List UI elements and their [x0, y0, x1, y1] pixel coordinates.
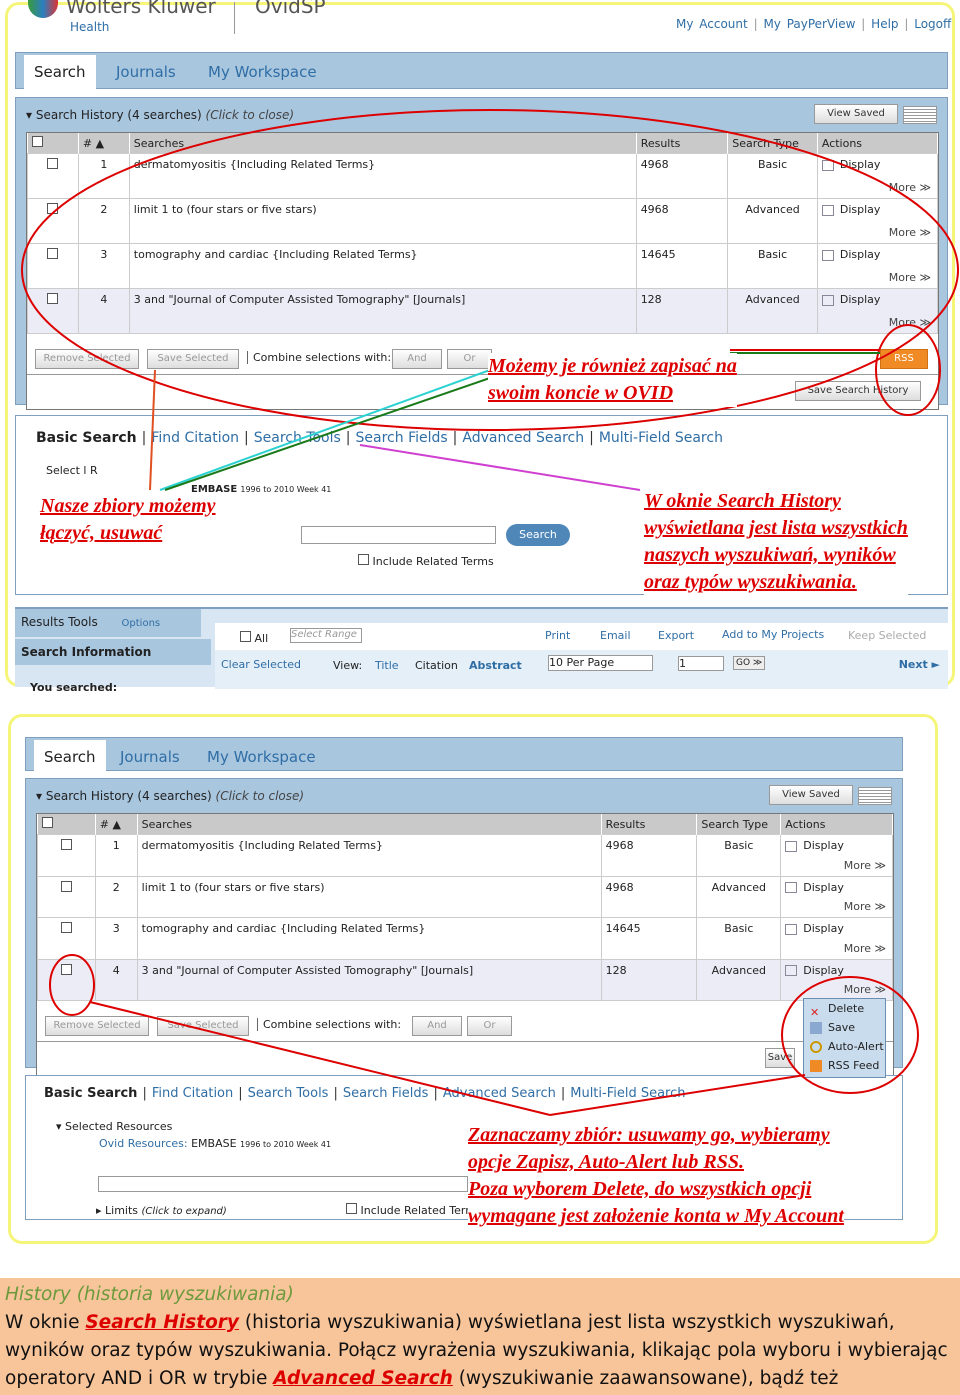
annotation-actions: Zaznaczamy zbiór: usuwamy go, wybieramy o… [468, 1122, 844, 1230]
annotation-combine: Nasze zbiory możemy łączyć, usuwać [40, 493, 276, 587]
description-body: W oknie Search History (historia wyszuki… [5, 1312, 948, 1389]
description-heading: History (historia wyszukiwania) [5, 1284, 294, 1305]
search-history-link[interactable]: Search History [85, 1312, 239, 1333]
annotation-history-info: W oknie Search History wyświetlana jest l… [644, 488, 908, 596]
annotation-drawings [21, 109, 959, 1116]
annotation-circle-checkbox [49, 954, 95, 1016]
advanced-search-link[interactable]: Advanced Search [273, 1368, 453, 1389]
annotation-circle-rss [875, 324, 941, 416]
description-text: History (historia wyszukiwania) W oknie … [0, 1278, 960, 1395]
annotation-save: Możemy je również zapisać na swoim koncie… [488, 353, 737, 407]
